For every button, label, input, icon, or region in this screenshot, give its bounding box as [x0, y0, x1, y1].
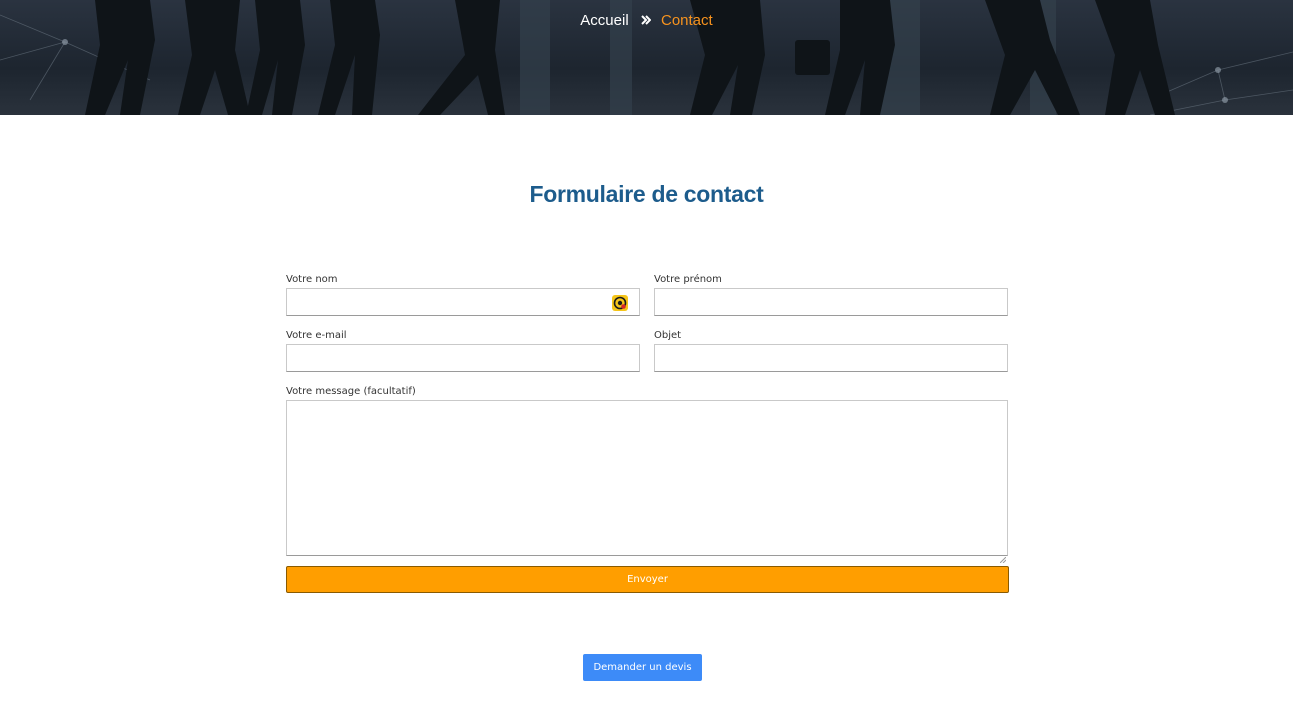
field-objet: Objet — [654, 329, 1008, 372]
message-textarea[interactable] — [286, 400, 1008, 564]
field-prenom: Votre prénom — [654, 273, 1008, 316]
submit-button[interactable]: Envoyer — [286, 566, 1009, 593]
breadcrumb-home-link[interactable]: Accueil — [580, 12, 628, 29]
breadcrumb: Accueil Contact — [0, 11, 1293, 31]
request-quote-button[interactable]: Demander un devis — [583, 654, 702, 681]
nom-input[interactable] — [286, 288, 640, 316]
hero-banner: Accueil Contact — [0, 0, 1293, 115]
page-title: Formulaire de contact — [529, 181, 764, 207]
field-message: Votre message (facultatif) — [286, 385, 1008, 564]
field-nom: Votre nom — [286, 273, 640, 316]
email-label: Votre e-mail — [286, 330, 347, 341]
prenom-label: Votre prénom — [654, 274, 722, 285]
objet-input[interactable] — [654, 344, 1008, 372]
breadcrumb-current: Contact — [661, 12, 713, 29]
field-email: Votre e-mail — [286, 329, 640, 372]
prenom-input[interactable] — [654, 288, 1008, 316]
double-chevron-right-icon — [641, 11, 652, 31]
autofill-extension-icon[interactable] — [612, 295, 628, 311]
message-label: Votre message (facultatif) — [286, 386, 416, 397]
objet-label: Objet — [654, 330, 682, 341]
nom-label: Votre nom — [286, 274, 338, 285]
resize-handle-icon[interactable] — [999, 548, 1007, 564]
email-input[interactable] — [286, 344, 640, 372]
